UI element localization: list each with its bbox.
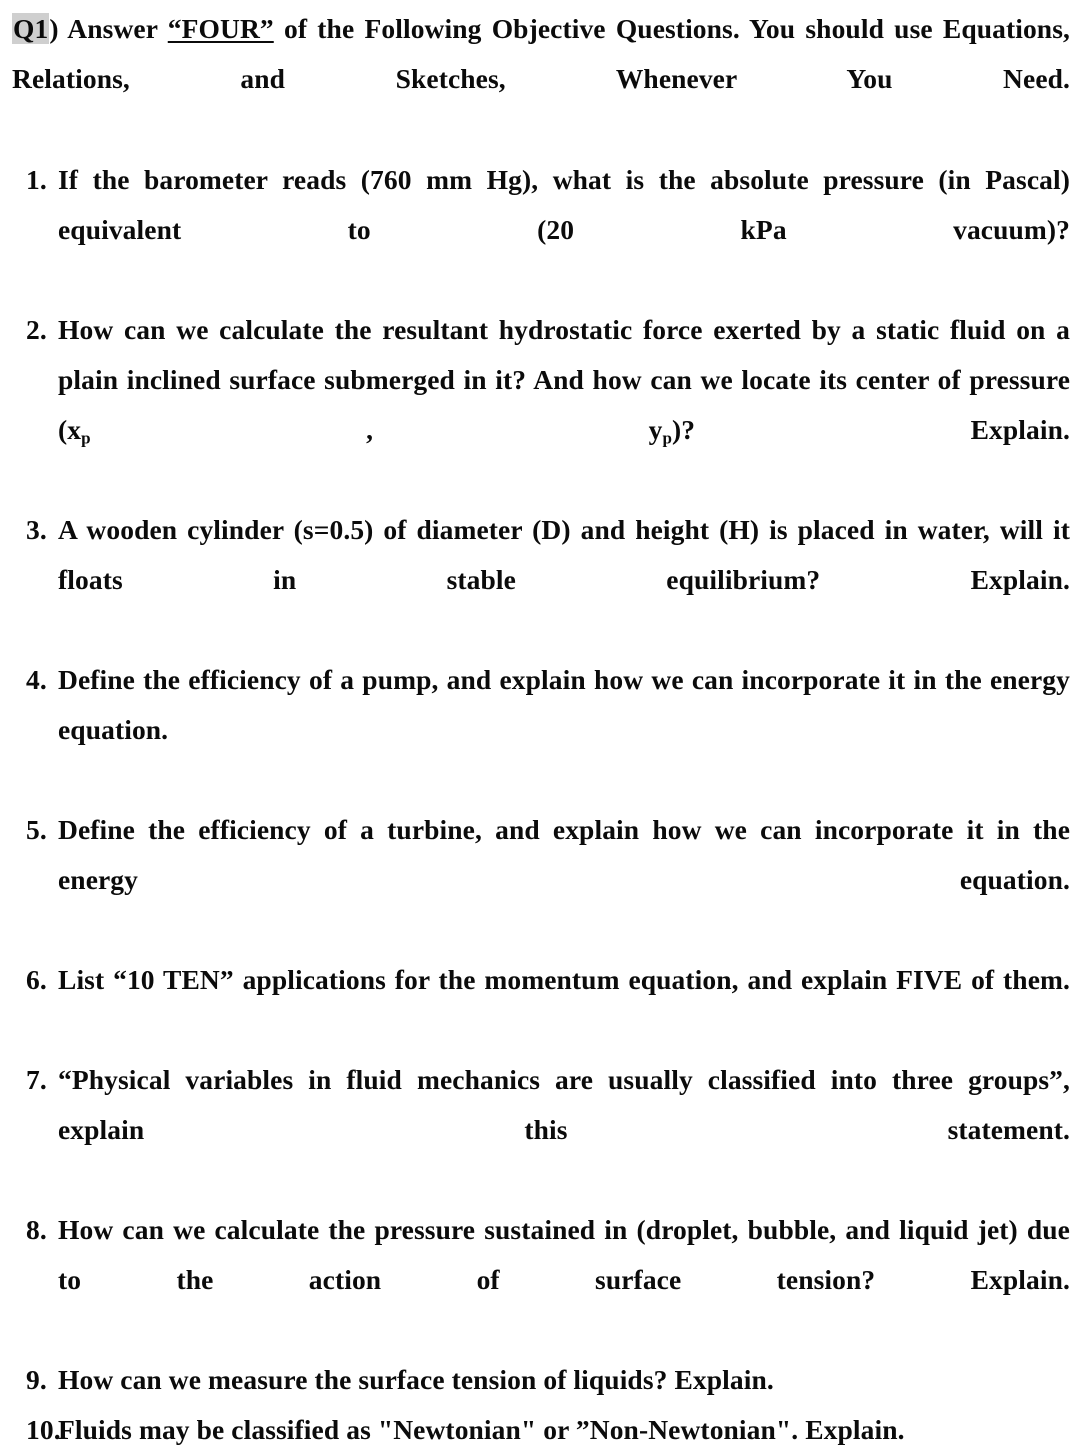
list-item-text: List “10 TEN” applications for the momen…	[58, 964, 1070, 995]
list-item-text-segment: , y	[90, 414, 663, 445]
list-item-text: How can we measure the surface tension o…	[58, 1364, 774, 1395]
list-item-number: 1.	[26, 164, 47, 195]
question-tag: Q1	[12, 13, 50, 44]
subscript-yp: p	[662, 428, 673, 448]
exam-sheet: Q1) Answer “FOUR” of the Following Objec…	[0, 0, 1080, 1445]
list-item: 2. How can we calculate the resultant hyd…	[12, 305, 1070, 505]
list-item-number: 5.	[26, 814, 47, 845]
list-item-text: Fluids may be classified as "Newtonian" …	[58, 1414, 905, 1445]
list-item-number: 6.	[26, 964, 47, 995]
list-item-text: How can we calculate the resultant hydro…	[58, 314, 1070, 495]
list-item-text: If the barometer reads (760 mm Hg), what…	[58, 164, 1070, 245]
list-item: 3. A wooden cylinder (s=0.5) of diameter …	[12, 505, 1070, 655]
list-item-number: 4.	[26, 664, 47, 695]
list-item: 1. If the barometer reads (760 mm Hg), wh…	[12, 155, 1070, 305]
list-item-text: A wooden cylinder (s=0.5) of diameter (D…	[58, 514, 1070, 595]
list-item-number: 8.	[26, 1214, 47, 1245]
list-item: 10. Fluids may be classified as "Newtonia…	[12, 1405, 1070, 1455]
list-item-text: “Physical variables in fluid mechanics a…	[58, 1064, 1070, 1145]
list-item: 6. List “10 TEN” applications for the mom…	[12, 955, 1070, 1055]
list-item: 5. Define the efficiency of a turbine, an…	[12, 805, 1070, 955]
list-item: 8. How can we calculate the pressure sust…	[12, 1205, 1070, 1355]
list-item-number: 7.	[26, 1064, 47, 1095]
list-item-text-segment: )? Explain.	[672, 414, 1070, 445]
list-item: 9. How can we measure the surface tension…	[12, 1355, 1070, 1405]
list-item-text: Define the efficiency of a turbine, and …	[58, 814, 1070, 895]
list-item: 7. “Physical variables in fluid mechanics…	[12, 1055, 1070, 1205]
list-item: 4. Define the efficiency of a pump, and e…	[12, 655, 1070, 805]
subscript-xp: p	[81, 428, 91, 448]
header-text-before: Answer	[58, 13, 168, 44]
header-emphasis-four: “FOUR”	[167, 13, 274, 44]
question-header: Q1) Answer “FOUR” of the Following Objec…	[12, 4, 1070, 154]
question-list: 1. If the barometer reads (760 mm Hg), wh…	[12, 155, 1070, 1455]
list-item-text: How can we calculate the pressure sustai…	[58, 1214, 1070, 1295]
list-item-number: 2.	[26, 314, 47, 345]
list-item-number: 10.	[26, 1414, 61, 1445]
list-item-number: 9.	[26, 1364, 47, 1395]
list-item-text: Define the efficiency of a pump, and exp…	[58, 664, 1070, 745]
list-item-number: 3.	[26, 514, 47, 545]
question-tag-suffix: )	[49, 13, 59, 44]
